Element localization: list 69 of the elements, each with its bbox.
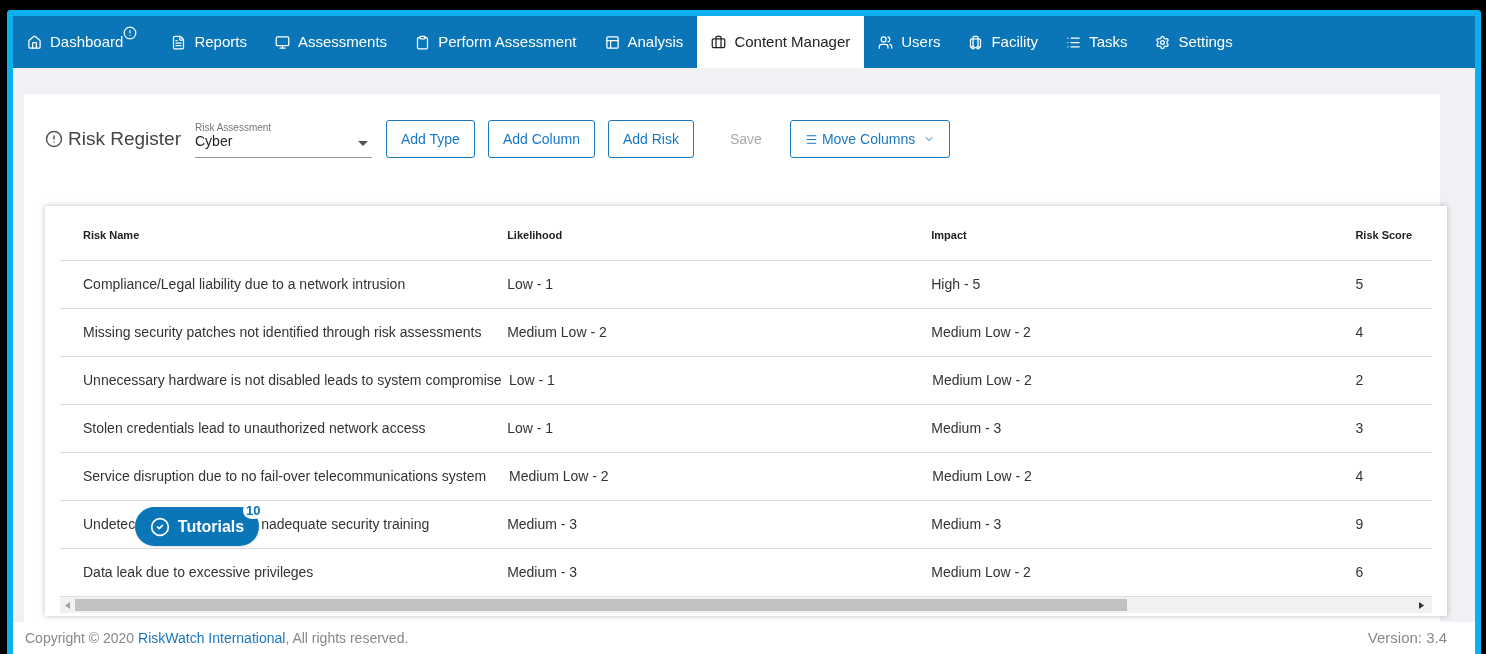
layout-icon bbox=[604, 34, 620, 50]
page-title: Risk Register bbox=[68, 126, 181, 151]
nav-tab[interactable]: Settings bbox=[1141, 16, 1247, 68]
table-cell-text: Medium - 3 bbox=[931, 419, 1002, 438]
nav-tab[interactable]: Perform Assessment bbox=[401, 16, 591, 68]
toolbar-button[interactable]: Move Columns bbox=[789, 120, 951, 158]
table-cell-text: Medium - 3 bbox=[507, 563, 578, 582]
table-cell-text: Medium - 3 bbox=[507, 515, 578, 534]
nav-tab[interactable]: Facility bbox=[954, 16, 1053, 68]
nav-tab[interactable]: Reports bbox=[157, 16, 261, 68]
column-header: Impact bbox=[931, 229, 967, 241]
column-header: Risk Name bbox=[83, 229, 140, 241]
table-cell-text: Medium Low - 2 bbox=[932, 467, 1032, 486]
table-cell-text: Undetec bbox=[83, 515, 136, 534]
toolbar-button[interactable]: Add Type bbox=[386, 120, 475, 158]
risk-assessment-select[interactable]: Risk Assessment Cyber bbox=[195, 120, 372, 158]
nav-tab[interactable]: Content Manager bbox=[697, 16, 865, 68]
nav-tab[interactable]: Analysis bbox=[590, 16, 698, 68]
nav-tab[interactable]: Dashboard bbox=[13, 16, 158, 68]
table-cell-text: Low - 1 bbox=[507, 419, 554, 438]
table-cell-text: 9 bbox=[1355, 515, 1364, 534]
table-cell-text: Unnecessary hardware is not disabled leads to system compromise bbox=[83, 371, 502, 390]
version-text: Version: 3.4 bbox=[1367, 627, 1447, 648]
list-icon bbox=[1066, 34, 1082, 50]
briefcase-icon bbox=[711, 34, 727, 50]
nav-tab[interactable]: Tasks bbox=[1052, 16, 1142, 68]
table-cell-text: nadequate security training bbox=[261, 515, 430, 534]
table-cell-text: Medium Low - 2 bbox=[931, 323, 1031, 342]
table-cell-text: Medium Low - 2 bbox=[931, 563, 1031, 582]
horizontal-scrollbar[interactable] bbox=[60, 597, 1432, 613]
table-cell-text: Service disruption due to no fail-over telecommunications system bbox=[83, 467, 487, 486]
dropdown-icon bbox=[358, 141, 368, 146]
table-cell-text: Low - 1 bbox=[507, 275, 554, 294]
table-cell-text: 2 bbox=[1355, 371, 1364, 390]
check-icon bbox=[149, 516, 170, 537]
table-cell-text: Compliance/Legal liability due to a network intrusion bbox=[83, 275, 406, 294]
briefcase-icon bbox=[968, 34, 984, 50]
table-cell-text: High - 5 bbox=[931, 275, 981, 294]
table-cell-text: 4 bbox=[1355, 467, 1364, 486]
clipboard-icon bbox=[415, 34, 431, 50]
settings-icon bbox=[1155, 34, 1171, 50]
scroll-right-icon[interactable] bbox=[1419, 601, 1424, 609]
table-cell-text: 5 bbox=[1355, 275, 1364, 294]
list-icon bbox=[804, 132, 818, 146]
monitor-icon bbox=[274, 34, 290, 50]
scroll-left-icon[interactable] bbox=[65, 601, 70, 609]
home-icon bbox=[27, 34, 42, 50]
copyright-text: Copyright © 2020 RiskWatch International, All rights reserved. bbox=[25, 628, 409, 648]
nav-tab[interactable]: Users bbox=[864, 16, 955, 68]
table-cell-text: Low - 1 bbox=[509, 371, 555, 390]
table-cell-text: Stolen credentials lead to unauthorized network access bbox=[83, 419, 426, 438]
column-header: Likelihood bbox=[507, 229, 563, 241]
alert-icon bbox=[45, 130, 63, 148]
scrollbar-thumb[interactable] bbox=[75, 599, 1127, 611]
column-header: Risk Score bbox=[1355, 229, 1413, 241]
toolbar-button[interactable]: Add Risk bbox=[607, 120, 694, 158]
document-icon bbox=[171, 34, 187, 50]
table-cell-text: 4 bbox=[1355, 323, 1364, 342]
table-cell-text: Medium Low - 2 bbox=[509, 467, 609, 486]
table-cell-text: Data leak due to excessive privileges bbox=[83, 563, 314, 582]
table-cell-text: Medium - 3 bbox=[931, 515, 1002, 534]
nav-tab[interactable]: Assessments bbox=[260, 16, 402, 68]
table-cell-text: Missing security patches not identified through risk assessments bbox=[83, 323, 482, 342]
table-cell-text: 3 bbox=[1355, 419, 1364, 438]
users-icon bbox=[878, 34, 894, 50]
table-cell-text: Medium Low - 2 bbox=[507, 323, 607, 342]
toolbar-button[interactable]: Add Column bbox=[487, 120, 595, 158]
table-cell-text: 6 bbox=[1355, 563, 1364, 582]
table-cell-text: Medium Low - 2 bbox=[932, 371, 1032, 390]
